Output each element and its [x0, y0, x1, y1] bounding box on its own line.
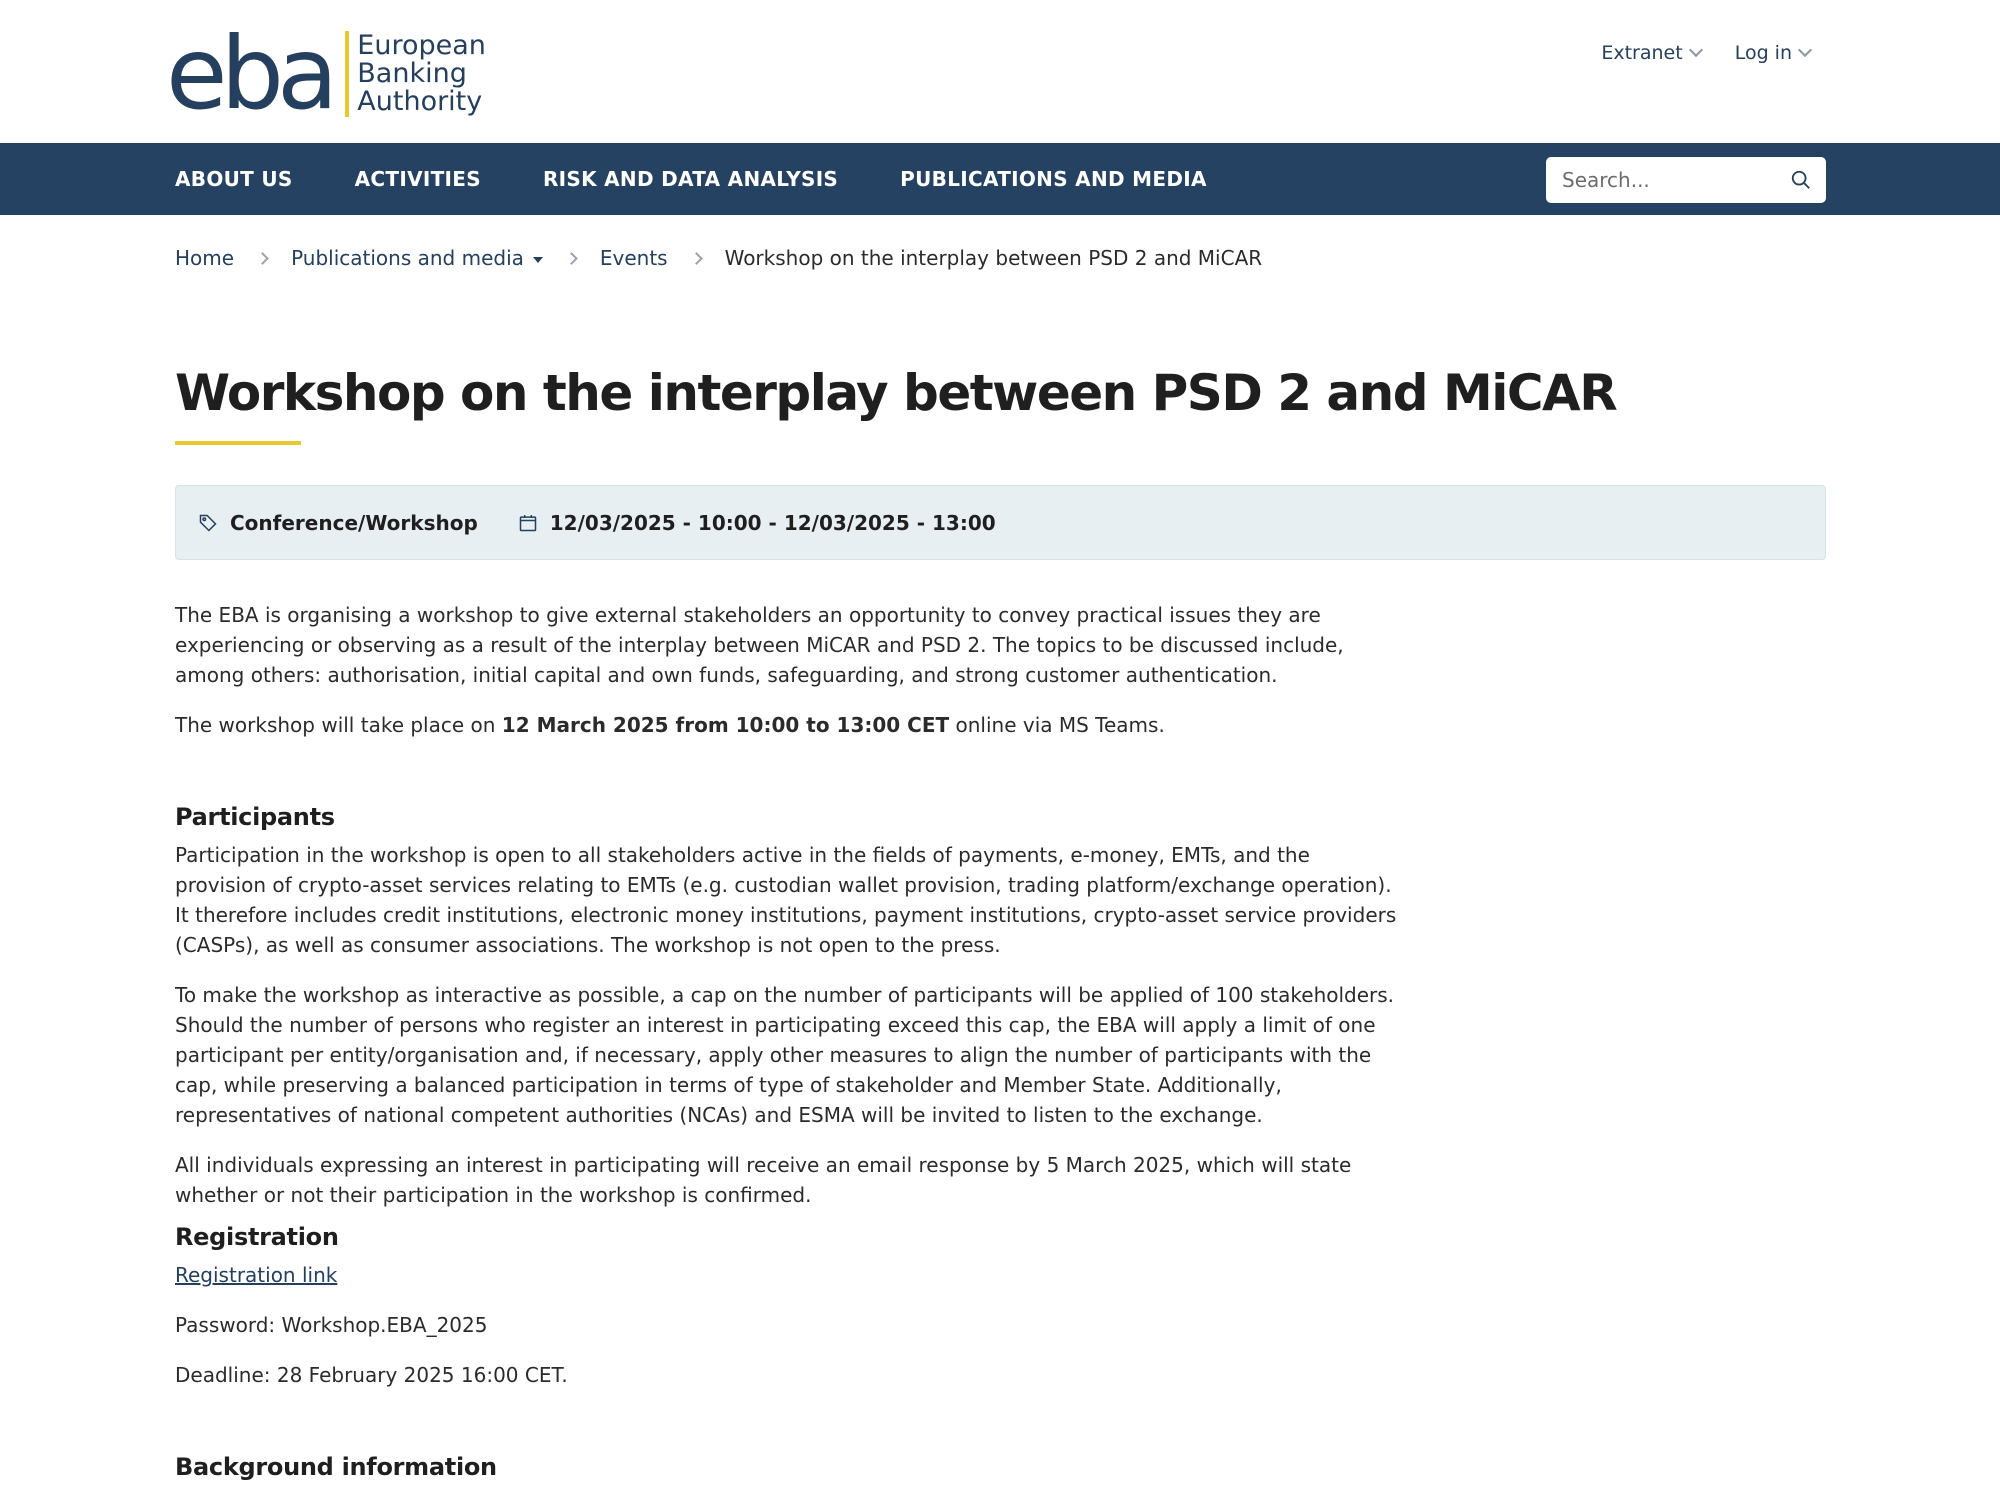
- chevron-down-icon: [1797, 42, 1813, 58]
- logo-text: European Banking Authority: [357, 32, 486, 116]
- nav-item-about-us[interactable]: ABOUT US: [175, 167, 293, 191]
- participants-paragraph-2: To make the workshop as interactive as p…: [175, 983, 1395, 1127]
- page-content: The EBA is organising a workshop to give…: [175, 600, 1405, 1490]
- tag-icon: [199, 514, 217, 532]
- event-date-label: 12/03/2025 - 10:00 - 12/03/2025 - 13:00: [549, 510, 996, 535]
- chevron-right-icon: [565, 251, 578, 265]
- participants-heading: Participants: [175, 803, 335, 831]
- breadcrumb-current: Workshop on the interplay between PSD 2 …: [724, 246, 1263, 270]
- caret-down-icon[interactable]: [532, 256, 543, 263]
- participants-paragraph-1: Participation in the workshop is open to…: [175, 843, 1397, 957]
- login-link[interactable]: Log in: [1734, 42, 1813, 64]
- search-input[interactable]: [1546, 158, 1776, 202]
- extranet-link[interactable]: Extranet: [1601, 42, 1703, 64]
- logo-line: European: [357, 30, 486, 61]
- extranet-label: Extranet: [1601, 42, 1683, 64]
- breadcrumb-events[interactable]: Events: [600, 246, 668, 270]
- registration-link[interactable]: Registration link: [175, 1263, 337, 1287]
- when-suffix: online via MS Teams.: [949, 713, 1165, 737]
- chevron-right-icon: [256, 251, 269, 265]
- main-nav: ABOUT US ACTIVITIES RISK AND DATA ANALYS…: [0, 143, 2000, 215]
- logo-mark: eba: [166, 15, 338, 132]
- search-box: [1546, 157, 1826, 203]
- when-paragraph: The workshop will take place on 12 March…: [175, 710, 1405, 740]
- when-bold: 12 March 2025 from 10:00 to 13:00 CET: [501, 713, 950, 737]
- breadcrumb-home[interactable]: Home: [175, 246, 234, 270]
- password-text: Password: Workshop.EBA_2025: [175, 1313, 488, 1337]
- registration-heading: Registration: [175, 1223, 339, 1251]
- eba-logo[interactable]: eba European Banking Authority: [166, 15, 486, 132]
- calendar-icon: [519, 514, 537, 531]
- top-links: Extranet Log in: [1601, 42, 1813, 64]
- nav-item-activities[interactable]: ACTIVITIES: [355, 167, 481, 191]
- event-meta-box: Conference/Workshop 12/03/2025 - 10:00 -…: [175, 485, 1826, 560]
- chevron-right-icon: [689, 251, 703, 265]
- chevron-down-icon: [1688, 42, 1703, 58]
- title-underline: [175, 441, 301, 445]
- nav-item-risk-and-data-analysis[interactable]: RISK AND DATA ANALYSIS: [543, 167, 838, 191]
- site-header: eba European Banking Authority Extranet …: [0, 0, 2000, 143]
- breadcrumb: Home Publications and media Events Works…: [175, 246, 1262, 270]
- search-icon[interactable]: [1790, 169, 1812, 191]
- intro-paragraph: The EBA is organising a workshop to give…: [175, 603, 1344, 687]
- event-type: Conference/Workshop: [198, 511, 478, 535]
- event-date: 12/03/2025 - 10:00 - 12/03/2025 - 13:00: [518, 511, 996, 535]
- participants-paragraph-3: All individuals expressing an interest i…: [175, 1153, 1352, 1207]
- when-prefix: The workshop will take place on: [175, 713, 502, 737]
- nav-item-publications-and-media[interactable]: PUBLICATIONS AND MEDIA: [900, 167, 1207, 191]
- registration-link-paragraph: Registration link: [175, 1260, 1405, 1290]
- background-heading: Background information: [175, 1453, 497, 1481]
- event-type-label: Conference/Workshop: [230, 510, 478, 535]
- nav-items: ABOUT US ACTIVITIES RISK AND DATA ANALYS…: [175, 143, 1207, 215]
- logo-line: Authority: [357, 86, 483, 117]
- logo-line: Banking: [357, 58, 467, 89]
- login-label: Log in: [1734, 42, 1792, 64]
- logo-divider: [345, 31, 350, 117]
- breadcrumb-publications-label: Publications and media: [291, 246, 524, 270]
- page-title: Workshop on the interplay between PSD 2 …: [175, 364, 1618, 422]
- deadline-text: Deadline: 28 February 2025 16:00 CET.: [175, 1363, 568, 1387]
- breadcrumb-publications-and-media[interactable]: Publications and media: [291, 246, 543, 270]
